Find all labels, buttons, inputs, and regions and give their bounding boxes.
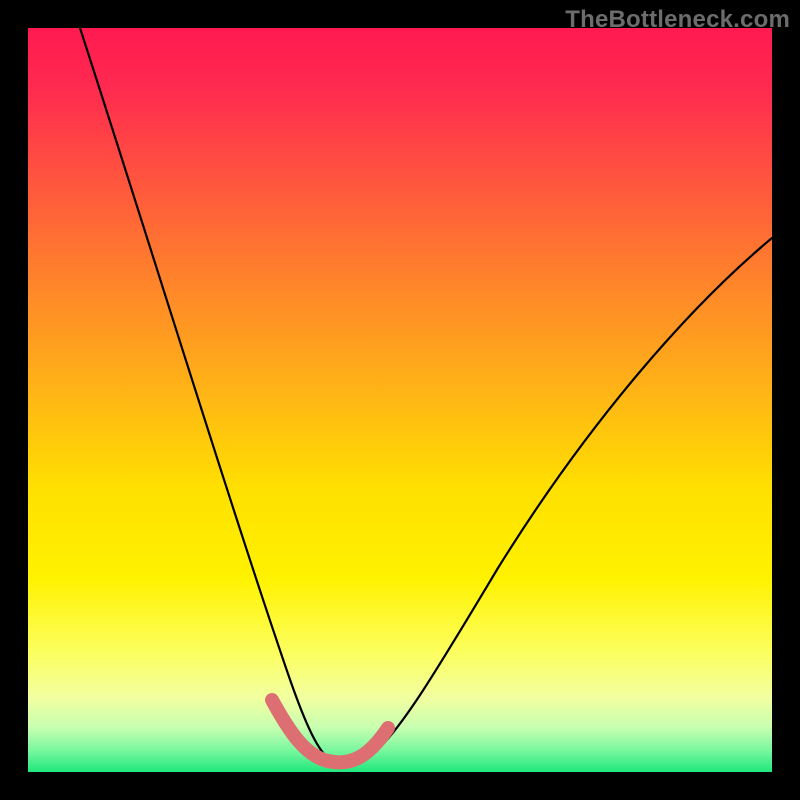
plot-area — [28, 28, 772, 772]
watermark-text: TheBottleneck.com — [565, 6, 790, 34]
optimal-zone-highlight — [272, 700, 388, 762]
bottleneck-curve — [80, 28, 772, 764]
curve-layer — [28, 28, 772, 772]
chart-frame: TheBottleneck.com — [0, 0, 800, 800]
